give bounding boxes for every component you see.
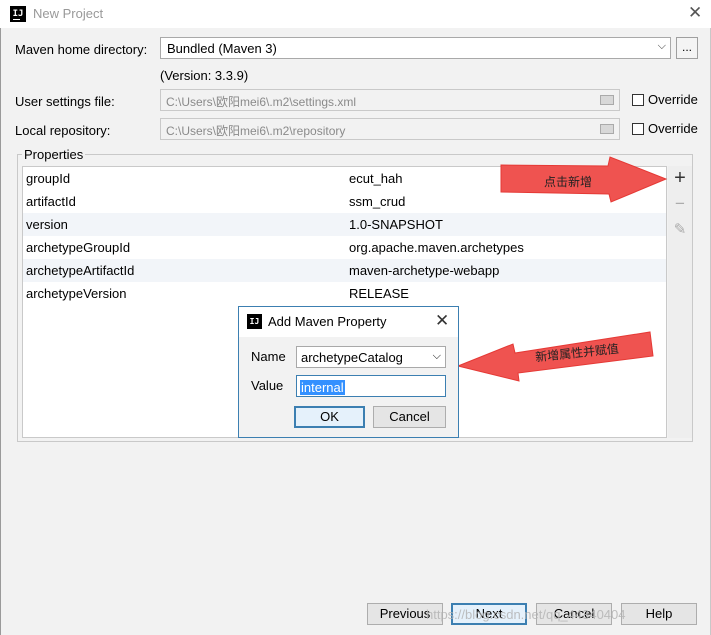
property-key: archetypeArtifactId [26, 263, 135, 278]
local-repo-label: Local repository: [15, 123, 111, 138]
chevron-down-icon: ⌵ [432, 350, 441, 362]
table-row[interactable]: archetypeVersion RELEASE [23, 282, 666, 305]
window-title-bar [0, 0, 711, 28]
browse-button[interactable]: ... [676, 37, 698, 59]
user-settings-label: User settings file: [15, 94, 115, 109]
property-value: ecut_hah [349, 171, 403, 186]
folder-icon[interactable] [600, 95, 614, 105]
table-row[interactable]: version 1.0-SNAPSHOT [23, 213, 666, 236]
intellij-icon: IJ [247, 314, 262, 329]
window-border-left [0, 28, 1, 635]
properties-title: Properties [22, 147, 86, 162]
local-repo-value: C:\Users\欧阳mei6\.m2\repository [166, 124, 346, 138]
window-title: New Project [33, 6, 104, 21]
table-row[interactable]: archetypeGroupId org.apache.maven.archet… [23, 236, 666, 259]
watermark: https://blog.csdn.net/qq_44340404 [426, 607, 626, 622]
maven-home-select[interactable]: Bundled (Maven 3) ⌵ [160, 37, 671, 59]
override-settings-checkbox[interactable] [632, 94, 644, 106]
maven-version: (Version: 3.3.9) [160, 68, 249, 83]
property-key: artifactId [26, 194, 76, 209]
add-property-dialog: IJ Add Maven Property ✕ Name archetypeCa… [238, 306, 459, 438]
close-icon[interactable]: ✕ [435, 311, 449, 331]
name-select[interactable]: archetypeCatalog ⌵ [296, 346, 446, 368]
annotation-add-note: 点击新增 [544, 175, 593, 189]
property-value: org.apache.maven.archetypes [349, 240, 524, 255]
table-row[interactable]: archetypeArtifactId maven-archetype-weba… [23, 259, 666, 282]
add-icon[interactable]: + [671, 168, 689, 188]
property-key: archetypeGroupId [26, 240, 131, 255]
user-settings-value: C:\Users\欧阳mei6\.m2\settings.xml [166, 95, 357, 109]
name-value: archetypeCatalog [301, 350, 403, 365]
maven-home-value: Bundled (Maven 3) [167, 41, 277, 56]
cancel-button[interactable]: Cancel [373, 406, 446, 428]
value-label: Value [251, 378, 284, 393]
dialog-title: Add Maven Property [268, 314, 387, 329]
property-value: maven-archetype-webapp [349, 263, 500, 278]
edit-icon[interactable]: ✎ [671, 221, 689, 239]
property-value: 1.0-SNAPSHOT [349, 217, 443, 232]
remove-icon[interactable]: − [671, 195, 689, 213]
value-text: internal [300, 380, 345, 395]
property-key: archetypeVersion [26, 286, 127, 301]
folder-icon[interactable] [600, 124, 614, 134]
override-repo-checkbox[interactable] [632, 123, 644, 135]
maven-home-label: Maven home directory: [15, 42, 148, 57]
property-value: ssm_crud [349, 194, 406, 209]
close-icon[interactable]: ✕ [688, 4, 702, 22]
chevron-down-icon: ⌵ [657, 40, 666, 52]
override-repo-label: Override [648, 121, 698, 136]
help-button[interactable]: Help [621, 603, 697, 625]
ok-button[interactable]: OK [294, 406, 365, 428]
local-repo-field[interactable]: C:\Users\欧阳mei6\.m2\repository [160, 118, 620, 140]
property-key: groupId [26, 171, 71, 186]
name-label: Name [251, 349, 286, 364]
property-value: RELEASE [349, 286, 409, 301]
override-settings-label: Override [648, 92, 698, 107]
property-key: version [26, 217, 68, 232]
intellij-icon: IJ [10, 6, 26, 22]
user-settings-field[interactable]: C:\Users\欧阳mei6\.m2\settings.xml [160, 89, 620, 111]
value-input[interactable]: internal [296, 375, 446, 397]
properties-toolbar: + − ✎ [668, 166, 692, 438]
